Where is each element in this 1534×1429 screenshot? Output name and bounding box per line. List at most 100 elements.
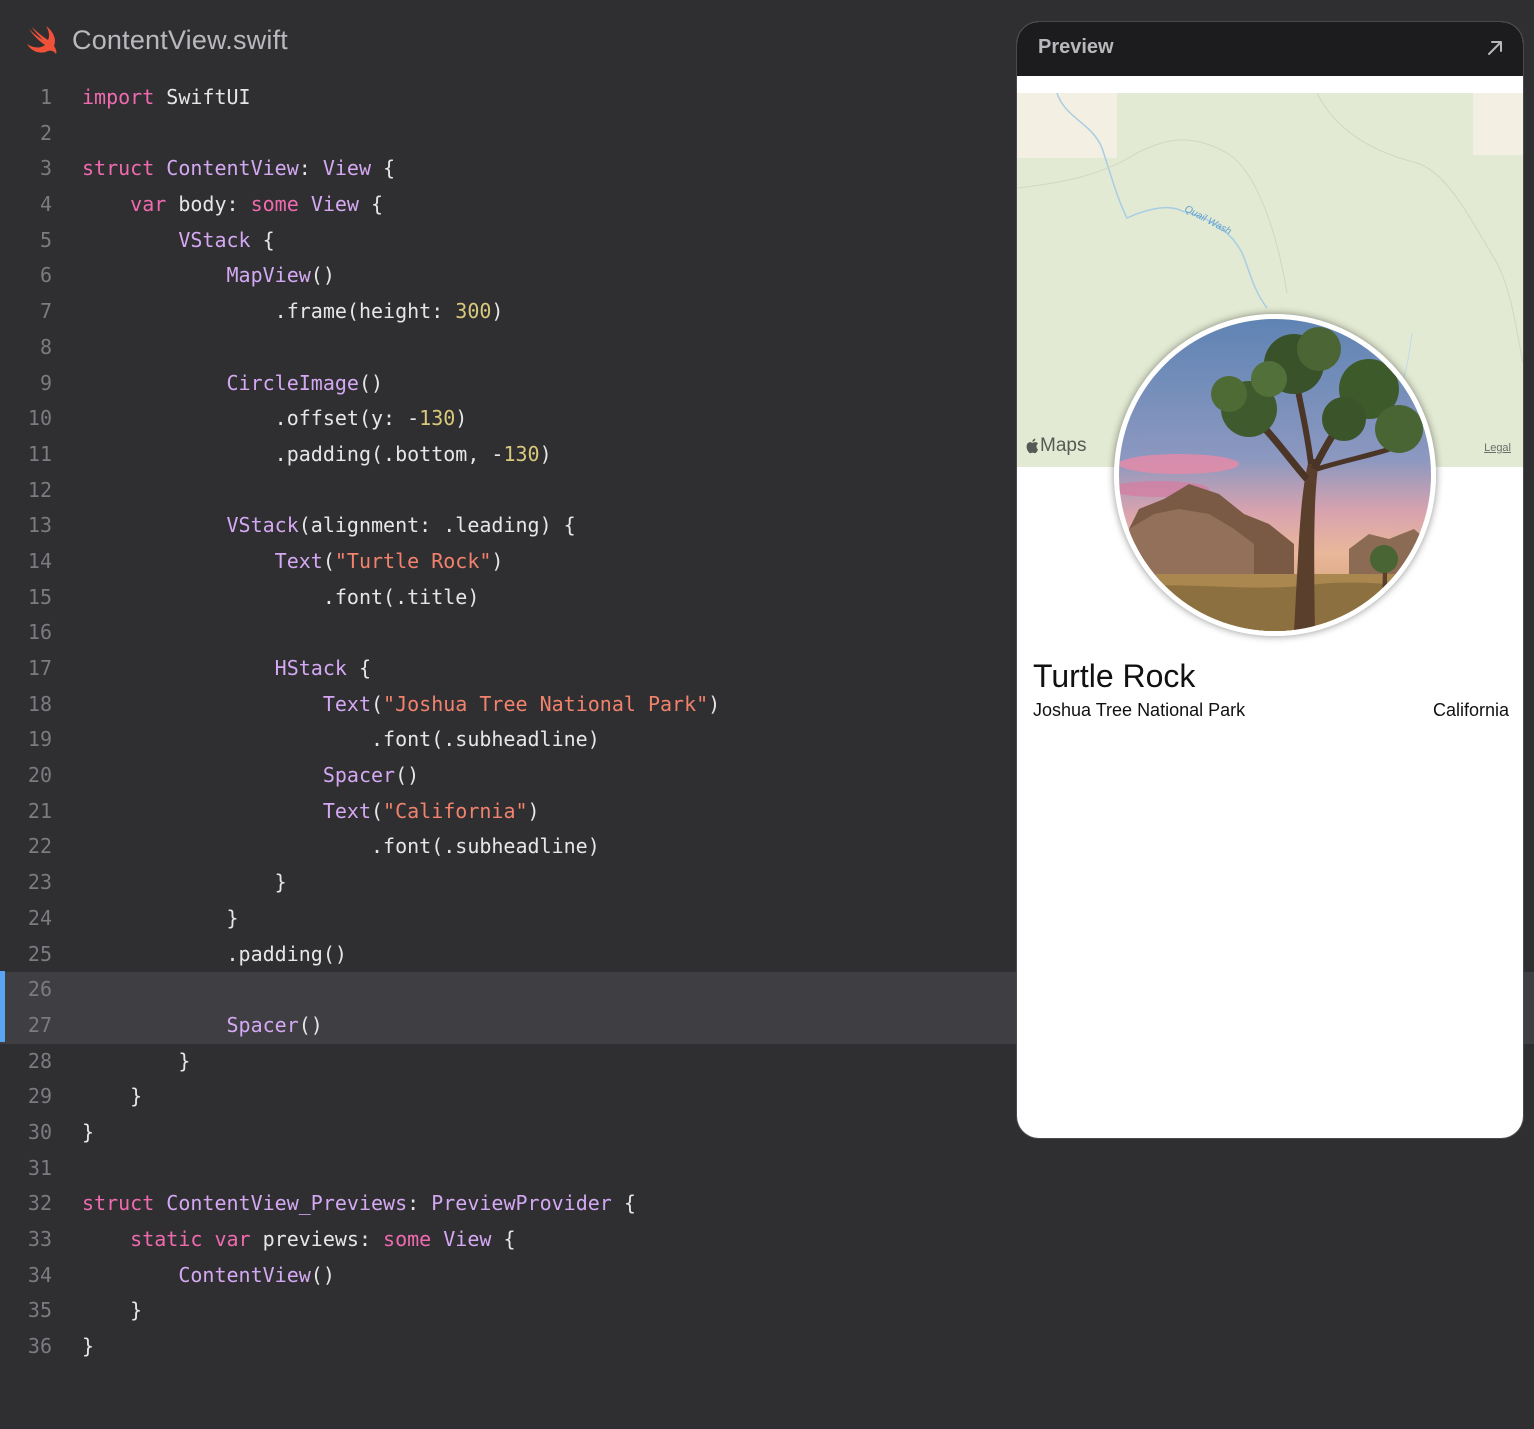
code-token: .font(.title)	[82, 584, 480, 609]
line-source[interactable]: Text("Joshua Tree National Park")	[82, 687, 720, 723]
line-source[interactable]: ContentView()	[82, 1258, 335, 1294]
code-token: ContentView	[166, 156, 299, 181]
line-source[interactable]: import SwiftUI	[82, 80, 251, 116]
code-token: }	[82, 1048, 191, 1073]
line-source[interactable]: Spacer()	[82, 1008, 323, 1044]
code-token: VStack	[178, 227, 251, 252]
line-source[interactable]: .offset(y: -130)	[82, 401, 468, 437]
line-source[interactable]: .frame(height: 300)	[82, 294, 504, 330]
code-token: Spacer	[322, 763, 396, 788]
code-token: CircleImage	[226, 370, 359, 395]
code-line[interactable]: 33 static var previews: some View {	[0, 1222, 1534, 1258]
line-source[interactable]: }	[82, 1329, 94, 1365]
apple-logo-icon	[1026, 438, 1038, 454]
line-number: 4	[39, 192, 52, 217]
code-token: )	[708, 691, 721, 716]
code-token: SwiftUI	[154, 85, 251, 109]
code-token: )	[455, 406, 468, 431]
code-token: )	[539, 441, 552, 466]
code-token: }	[82, 1119, 95, 1144]
code-line[interactable]: 31	[0, 1151, 1534, 1187]
line-source[interactable]: }	[82, 1044, 190, 1080]
code-token: {	[358, 192, 384, 217]
code-line[interactable]: 36}	[0, 1329, 1534, 1365]
line-number: 7	[39, 299, 52, 324]
file-header: ContentView.swift	[26, 20, 288, 60]
code-token: {	[491, 1227, 516, 1251]
line-source[interactable]: HStack {	[82, 651, 371, 687]
code-token: ()	[395, 763, 420, 788]
line-source[interactable]: .font(.subheadline)	[82, 829, 600, 865]
legal-link[interactable]: Legal	[1484, 442, 1511, 454]
line-source[interactable]: .font(.subheadline)	[82, 722, 600, 758]
line-number: 25	[27, 941, 52, 966]
code-token: var	[130, 192, 167, 217]
code-line[interactable]: 35 }	[0, 1293, 1534, 1329]
code-line[interactable]: 32 struct ContentView_Previews: PreviewPr…	[0, 1186, 1534, 1222]
line-number: 16	[27, 620, 52, 645]
line-number: 12	[27, 477, 52, 502]
line-source[interactable]: static var previews: some View {	[82, 1222, 516, 1258]
line-number: 15	[27, 584, 52, 609]
code-token: View	[310, 192, 359, 217]
line-number: 24	[27, 905, 52, 930]
line-source[interactable]: }	[82, 1293, 142, 1329]
line-source[interactable]: struct ContentView: View {	[82, 151, 395, 187]
line-source[interactable]: .font(.title)	[82, 580, 480, 616]
line-number: 9	[39, 370, 52, 395]
line-source[interactable]: var body: some View {	[82, 187, 383, 223]
line-number: 28	[27, 1048, 52, 1073]
code-token: ()	[310, 1262, 335, 1287]
code-token: :	[407, 1191, 432, 1216]
code-token: some	[383, 1227, 432, 1251]
code-token: static	[130, 1227, 203, 1251]
line-source[interactable]: struct ContentView_Previews: PreviewProv…	[82, 1186, 636, 1222]
code-token: VStack	[226, 513, 299, 538]
line-source[interactable]: }	[82, 1115, 94, 1151]
maps-logo-text: Maps	[1040, 435, 1087, 456]
code-token: )	[491, 299, 504, 324]
line-source[interactable]: CircleImage()	[82, 366, 384, 402]
arrow-up-right-icon[interactable]	[1485, 38, 1505, 58]
line-number: 23	[27, 870, 52, 895]
line-number: 13	[27, 513, 52, 538]
code-token: {	[346, 656, 371, 680]
code-editor[interactable]: ContentView.swift 1 import SwiftUI 2 3 struc…	[0, 0, 1534, 1429]
line-source[interactable]: Text("Turtle Rock")	[82, 544, 504, 580]
preview-panel: Preview Quail Wash Maps Legal Turtle Roc…	[1017, 22, 1523, 1138]
code-token: (alignment: .leading) {	[298, 513, 576, 538]
line-number: 22	[27, 834, 52, 859]
line-number: 32	[27, 1191, 52, 1216]
line-source[interactable]: }	[82, 901, 238, 937]
code-token: )	[527, 798, 540, 823]
code-token: HStack	[274, 656, 347, 680]
line-source[interactable]: VStack {	[82, 223, 274, 259]
line-number: 1	[39, 85, 52, 109]
code-line[interactable]: 34 ContentView()	[0, 1258, 1534, 1294]
code-token: .offset(y: -	[82, 406, 420, 431]
line-source[interactable]: .padding(.bottom, -130)	[82, 437, 552, 473]
code-token: .padding()	[82, 941, 347, 966]
line-number: 29	[27, 1084, 52, 1109]
code-token: View	[322, 156, 372, 181]
line-source[interactable]: VStack(alignment: .leading) {	[82, 508, 576, 544]
line-source[interactable]: }	[82, 865, 287, 901]
code-token: )	[491, 548, 504, 573]
line-source[interactable]: .padding()	[82, 937, 347, 973]
line-source[interactable]: MapView()	[82, 258, 335, 294]
line-source[interactable]: }	[82, 1079, 142, 1115]
code-token: var	[214, 1227, 251, 1251]
line-source[interactable]: Spacer()	[82, 758, 419, 794]
file-name[interactable]: ContentView.swift	[72, 25, 288, 56]
code-token: }	[82, 1084, 143, 1109]
park-name: Joshua Tree National Park	[1033, 700, 1246, 720]
line-source[interactable]: Text("California")	[82, 794, 540, 830]
landmark-title: Turtle Rock	[1033, 658, 1196, 694]
